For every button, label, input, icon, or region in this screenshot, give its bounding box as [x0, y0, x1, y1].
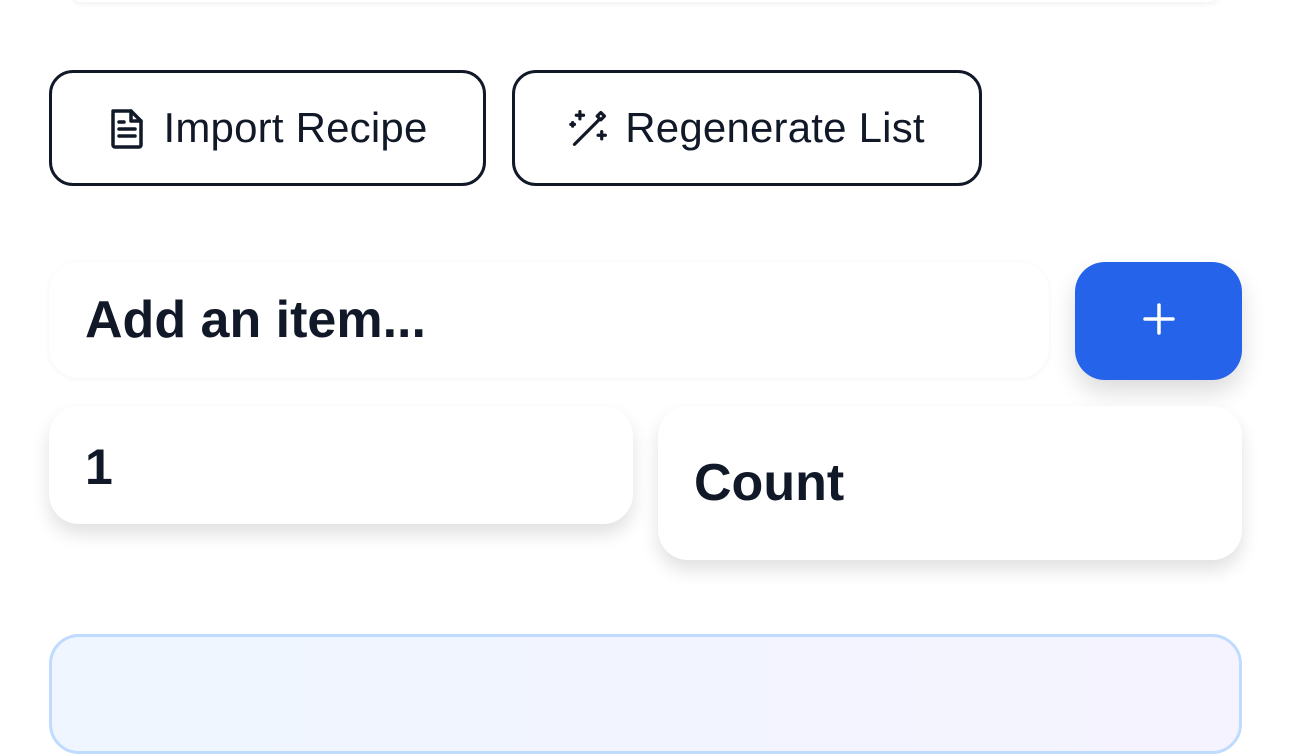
- info-card: [49, 634, 1242, 754]
- item-name-placeholder: Add an item...: [85, 291, 426, 349]
- unit-select[interactable]: Count: [658, 406, 1242, 560]
- add-item-button[interactable]: [1075, 262, 1242, 380]
- quantity-value: 1: [85, 439, 113, 495]
- document-icon: [107, 106, 147, 150]
- magic-wand-icon: [569, 106, 609, 150]
- import-recipe-button[interactable]: Import Recipe: [49, 70, 486, 186]
- plus-icon: [1142, 302, 1176, 341]
- regenerate-list-button[interactable]: Regenerate List: [512, 70, 982, 186]
- unit-value: Count: [694, 454, 845, 512]
- quantity-input[interactable]: 1: [49, 406, 633, 524]
- item-name-input[interactable]: Add an item...: [49, 262, 1049, 378]
- import-recipe-label: Import Recipe: [163, 104, 428, 151]
- previous-card-edge: [70, 0, 1220, 2]
- regenerate-list-label: Regenerate List: [625, 104, 925, 151]
